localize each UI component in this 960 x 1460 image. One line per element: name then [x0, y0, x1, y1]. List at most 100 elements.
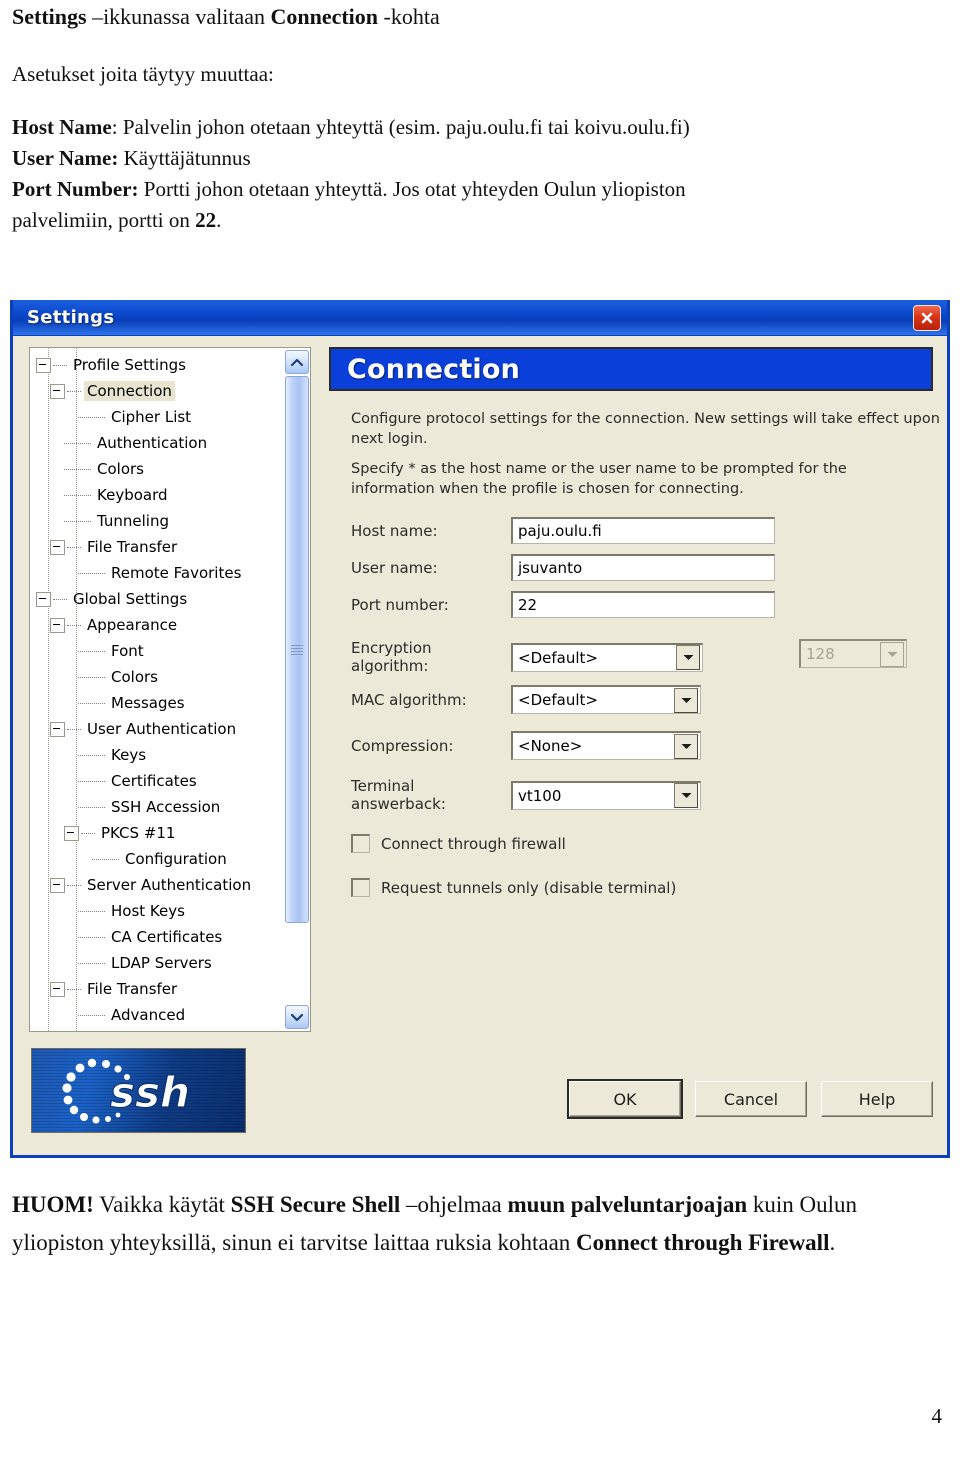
tree-item-colors[interactable]: Colors — [30, 664, 276, 690]
tree-item-tunneling[interactable]: Tunneling — [30, 508, 276, 534]
tree-item-user-authentication[interactable]: User Authentication — [30, 716, 276, 742]
port-number-desc-cont: palvelimiin, portti on — [12, 208, 196, 232]
tree-connector-icon — [53, 365, 67, 367]
tree-item-authentication[interactable]: Authentication — [30, 430, 276, 456]
tree-connector-icon — [78, 651, 105, 653]
host-name-label: Host Name — [12, 115, 112, 139]
cancel-button[interactable]: Cancel — [695, 1081, 807, 1117]
tree-item-remote-favorites[interactable]: Remote Favorites — [30, 560, 276, 586]
tree-expand-toggle-icon[interactable] — [50, 383, 65, 399]
tree-item-profile-settings[interactable]: Profile Settings — [30, 352, 276, 378]
connect-through-firewall-checkbox[interactable] — [351, 834, 370, 853]
host-name-row: Host name: paju.oulu.fi — [351, 517, 775, 544]
tree-item-server-authentication[interactable]: Server Authentication — [30, 872, 276, 898]
tree-item-keyboard[interactable]: Keyboard — [30, 482, 276, 508]
help-button[interactable]: Help — [821, 1081, 933, 1117]
request-tunnels-only-checkbox[interactable] — [351, 878, 370, 897]
tree-item-pkcs-11[interactable]: PKCS #11 — [30, 820, 276, 846]
tree-item-label: Remote Favorites — [111, 564, 242, 582]
chevron-down-icon[interactable] — [676, 645, 700, 670]
chevron-up-icon[interactable] — [285, 350, 309, 374]
chevron-down-icon[interactable] — [674, 687, 698, 713]
tree-connector-icon — [78, 417, 105, 419]
description-text-2: Specify * as the host name or the user n… — [351, 461, 847, 497]
tree-expand-toggle-icon[interactable] — [64, 825, 79, 841]
tree-item-advanced[interactable]: Advanced — [30, 1002, 276, 1028]
tree-item-label: File Transfer — [87, 538, 178, 556]
compression-select[interactable]: <None> — [511, 731, 701, 760]
svg-text:ssh: ssh — [110, 1068, 190, 1117]
tree-item-label: LDAP Servers — [111, 954, 212, 972]
page-title-text-2: -kohta — [378, 4, 440, 29]
chevron-down-icon[interactable] — [674, 783, 698, 808]
tree-item-keys[interactable]: Keys — [30, 742, 276, 768]
note-text-2: –ohjelmaa — [400, 1192, 508, 1217]
chevron-down-icon[interactable] — [674, 733, 698, 759]
tree-expand-toggle-icon[interactable] — [36, 357, 51, 373]
ok-button[interactable]: OK — [567, 1079, 683, 1119]
tree-item-messages[interactable]: Messages — [30, 690, 276, 716]
tree-item-label: Advanced — [111, 1006, 186, 1024]
tree-item-host-keys[interactable]: Host Keys — [30, 898, 276, 924]
tree-expand-toggle-icon[interactable] — [50, 539, 65, 555]
host-name-input[interactable]: paju.oulu.fi — [511, 517, 775, 544]
note-text-4: . — [829, 1230, 836, 1255]
tree-expand-toggle-icon[interactable] — [36, 591, 51, 607]
port-number-input[interactable]: 22 — [511, 591, 775, 618]
tree-item-ca-certificates[interactable]: CA Certificates — [30, 924, 276, 950]
tree-connector-icon — [81, 833, 95, 835]
tree-expand-toggle-icon[interactable] — [50, 877, 65, 893]
scrollbar-thumb[interactable] — [285, 376, 309, 923]
note-bold-4: Connect through Firewall — [576, 1230, 830, 1255]
page-title-bold-1: Settings — [12, 4, 87, 29]
connect-through-firewall-row[interactable]: Connect through firewall — [351, 834, 566, 853]
tree-connector-icon — [78, 963, 105, 965]
settings-list: Host Name: Palvelin johon otetaan yhteyt… — [12, 112, 690, 236]
tree-item-file-transfer[interactable]: File Transfer — [30, 976, 276, 1002]
tree-connector-icon — [64, 521, 91, 523]
tree-scrollbar[interactable] — [283, 347, 311, 1032]
tree-connector-icon — [67, 391, 81, 393]
tree-item-ldap-servers[interactable]: LDAP Servers — [30, 950, 276, 976]
tree-item-colors[interactable]: Colors — [30, 456, 276, 482]
tree-item-file-transfer[interactable]: File Transfer — [30, 534, 276, 560]
tree-item-certificates[interactable]: Certificates — [30, 768, 276, 794]
compression-label: Compression: — [351, 736, 454, 755]
tree-item-font[interactable]: Font — [30, 638, 276, 664]
terminal-answerback-select[interactable]: vt100 — [511, 780, 701, 810]
tree-connector-icon — [78, 677, 105, 679]
tree-item-connection[interactable]: Connection — [30, 378, 276, 404]
tree-item-label: Host Keys — [111, 902, 185, 920]
request-tunnels-only-row[interactable]: Request tunnels only (disable terminal) — [351, 878, 676, 897]
tree-connector-icon — [67, 989, 81, 991]
encryption-algorithm-row: Encryption algorithm: <Default> — [351, 639, 703, 675]
tree-expand-toggle-icon[interactable] — [50, 617, 65, 633]
tree-item-configuration[interactable]: Configuration — [30, 846, 276, 872]
mac-algorithm-value: <Default> — [518, 691, 598, 709]
tree-item-label: SSH Accession — [111, 798, 221, 816]
tree-item-appearance[interactable]: Appearance — [30, 612, 276, 638]
user-name-input[interactable]: jsuvanto — [511, 554, 775, 581]
chevron-down-icon — [880, 641, 904, 667]
tree-item-cipher-list[interactable]: Cipher List — [30, 404, 276, 430]
chevron-down-icon[interactable] — [285, 1005, 309, 1029]
key-length-row: 128 — [799, 639, 907, 668]
tree-connector-icon — [64, 469, 91, 471]
key-length-select[interactable]: 128 — [799, 639, 907, 668]
note-bold-1: HUOM! — [12, 1192, 94, 1217]
close-icon[interactable] — [913, 304, 941, 331]
encryption-algorithm-select[interactable]: <Default> — [511, 642, 703, 672]
tree-item-label: Font — [111, 642, 144, 660]
tree-item-global-settings[interactable]: Global Settings — [30, 586, 276, 612]
settings-line-port-cont: palvelimiin, portti on 22. — [12, 205, 690, 236]
settings-tree-panel[interactable]: Profile Settings Connection Cipher List Aut… — [29, 347, 311, 1032]
tree-expand-toggle-icon[interactable] — [50, 981, 65, 997]
mac-algorithm-select[interactable]: <Default> — [511, 685, 701, 714]
settings-tree-list: Profile Settings Connection Cipher List Aut… — [30, 352, 276, 1028]
tree-connector-icon — [67, 729, 81, 731]
port-number-label: Port Number: — [12, 177, 139, 201]
tree-item-label: Messages — [111, 694, 185, 712]
tree-expand-toggle-icon[interactable] — [50, 721, 65, 737]
tree-item-ssh-accession[interactable]: SSH Accession — [30, 794, 276, 820]
tree-connector-icon — [78, 911, 105, 913]
